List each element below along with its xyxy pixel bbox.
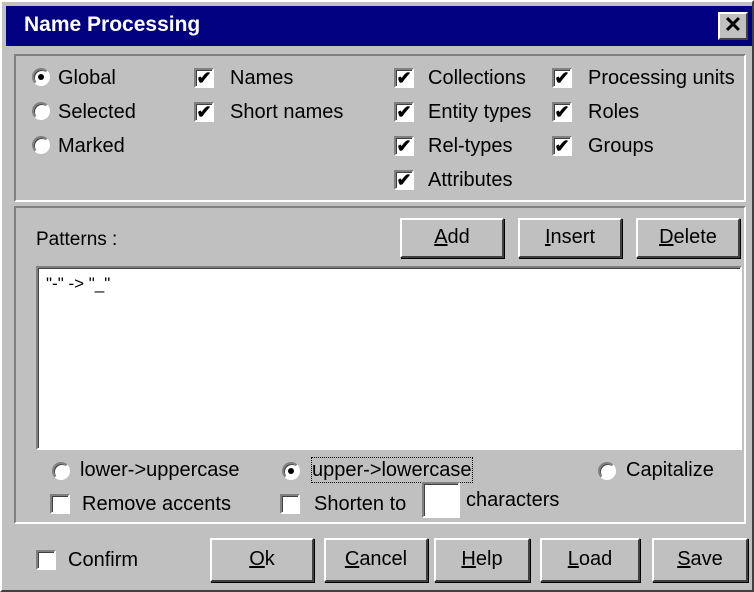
radio-lower-to-upper[interactable] <box>52 462 70 480</box>
radio-marked-label: Marked <box>58 135 125 157</box>
checkbox-rel-types[interactable]: ✔ <box>394 136 414 156</box>
checkbox-rel-types-label: Rel-types <box>428 135 513 157</box>
checkbox-names[interactable]: ✔ <box>194 68 214 88</box>
check-icon: ✔ <box>396 102 412 122</box>
radio-capitalize[interactable] <box>598 462 616 480</box>
pattern-entry[interactable]: "-" -> "_" <box>46 272 110 296</box>
patterns-group: Patterns : Add Insert Delete "-" -> "_" … <box>14 206 746 524</box>
checkbox-names-label: Names <box>230 67 294 89</box>
checkbox-entity-types[interactable]: ✔ <box>394 102 414 122</box>
cancel-button-rest: ancel <box>359 548 408 570</box>
checkbox-groups-label: Groups <box>588 135 654 157</box>
checkbox-attributes-label: Attributes <box>428 169 513 191</box>
title-bar[interactable]: Name Processing ✕ <box>6 6 752 46</box>
ok-button-key: O <box>249 548 265 570</box>
help-button[interactable]: Help <box>434 538 530 582</box>
check-icon: ✔ <box>554 102 570 122</box>
window-title: Name Processing <box>24 13 201 36</box>
checkbox-entity-types-label: Entity types <box>428 101 532 123</box>
check-icon: ✔ <box>196 102 212 122</box>
ok-button[interactable]: Ok <box>210 538 314 582</box>
help-button-key: H <box>461 548 476 570</box>
radio-global-label: Global <box>58 67 116 89</box>
patterns-list[interactable]: "-" -> "_" <box>36 266 742 450</box>
delete-button-rest: elete <box>673 226 717 248</box>
name-processing-dialog: Name Processing ✕ Global Selected Marked… <box>0 0 754 592</box>
checkbox-collections-label: Collections <box>428 67 526 89</box>
check-icon: ✔ <box>554 68 570 88</box>
checkbox-attributes[interactable]: ✔ <box>394 170 414 190</box>
check-icon: ✔ <box>396 68 412 88</box>
insert-button-rest: nsert <box>550 226 596 248</box>
checkbox-shorten-label: Shorten to <box>314 493 407 515</box>
check-icon: ✔ <box>396 136 412 156</box>
radio-selected-label: Selected <box>58 101 136 123</box>
close-icon: ✕ <box>723 12 743 37</box>
shorten-length-input[interactable] <box>422 482 460 518</box>
cancel-button[interactable]: Cancel <box>324 538 428 582</box>
checkbox-remove-accents-label: Remove accents <box>82 493 231 515</box>
checkbox-short-names[interactable]: ✔ <box>194 102 214 122</box>
save-button-key: S <box>677 548 691 570</box>
save-button[interactable]: Save <box>652 538 748 582</box>
radio-global[interactable] <box>32 68 50 86</box>
help-button-rest: elp <box>475 548 503 570</box>
radio-marked[interactable] <box>32 136 50 154</box>
save-button-rest: ave <box>690 548 723 570</box>
checkbox-roles[interactable]: ✔ <box>552 102 572 122</box>
check-icon: ✔ <box>554 136 570 156</box>
checkbox-confirm[interactable] <box>36 550 56 570</box>
close-button[interactable]: ✕ <box>718 12 748 40</box>
radio-upper-to-lower[interactable] <box>282 462 300 480</box>
radio-upper-to-lower-label: upper->lowercase <box>311 457 473 483</box>
checkbox-groups[interactable]: ✔ <box>552 136 572 156</box>
load-button[interactable]: Load <box>540 538 640 582</box>
checkbox-remove-accents[interactable] <box>50 494 70 514</box>
checkbox-shorten[interactable] <box>280 494 300 514</box>
load-button-key: L <box>567 548 579 570</box>
insert-button[interactable]: Insert <box>518 218 622 258</box>
checkbox-collections[interactable]: ✔ <box>394 68 414 88</box>
check-icon: ✔ <box>196 68 212 88</box>
selection-group: Global Selected Marked ✔ Names ✔ Short n… <box>14 54 746 202</box>
radio-capitalize-label: Capitalize <box>626 459 714 481</box>
checkbox-processing-units-label: Processing units <box>588 67 735 89</box>
radio-lower-to-upper-label: lower->uppercase <box>80 459 240 481</box>
checkbox-processing-units[interactable]: ✔ <box>552 68 572 88</box>
checkbox-confirm-label: Confirm <box>68 549 139 571</box>
load-button-rest: oad <box>578 548 613 570</box>
ok-button-rest: k <box>264 548 275 570</box>
radio-selected[interactable] <box>32 102 50 120</box>
patterns-label: Patterns : <box>36 229 118 250</box>
add-button[interactable]: Add <box>400 218 504 258</box>
cancel-button-key: C <box>344 548 360 570</box>
delete-button-key: D <box>659 226 674 248</box>
checkbox-roles-label: Roles <box>588 101 640 123</box>
add-button-key: A <box>434 226 448 248</box>
add-button-rest: dd <box>447 226 470 248</box>
check-icon: ✔ <box>396 170 412 190</box>
shorten-suffix-label: characters <box>466 489 560 511</box>
delete-button[interactable]: Delete <box>636 218 740 258</box>
checkbox-short-names-label: Short names <box>230 101 344 123</box>
